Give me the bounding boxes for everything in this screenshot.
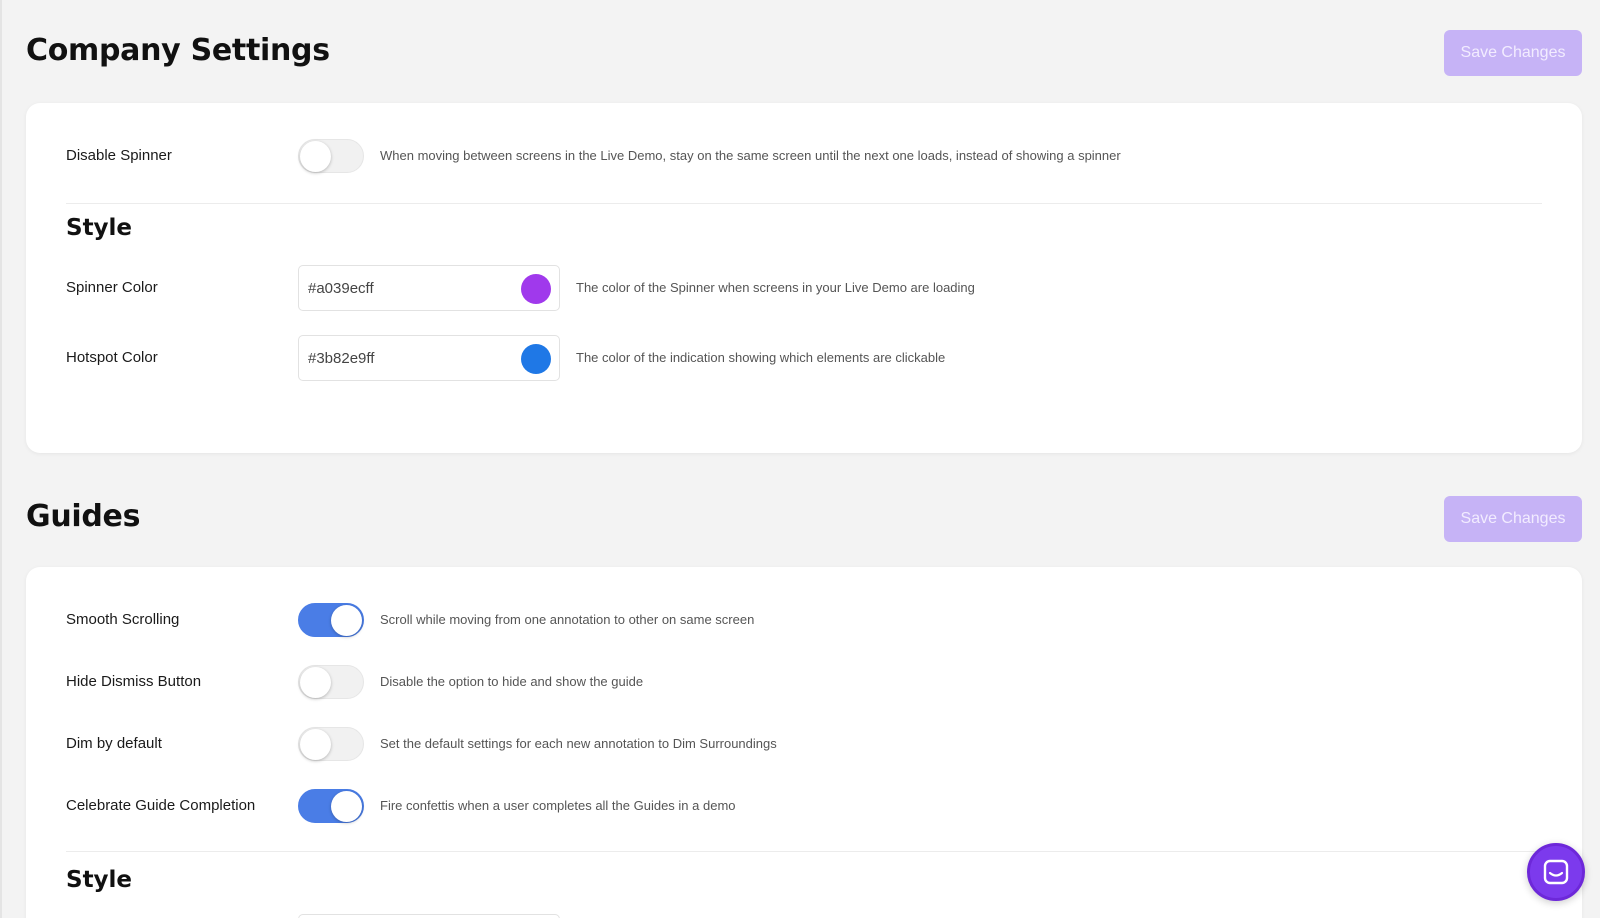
guides-header: Guides Save Changes: [26, 496, 1582, 556]
spinner-color-input[interactable]: [308, 266, 508, 310]
guides-style-heading: Style: [66, 867, 133, 893]
toggle-knob: [331, 791, 362, 822]
toggle-knob: [300, 667, 331, 698]
hide-dismiss-button-toggle[interactable]: [298, 665, 364, 699]
guides-title: Guides: [26, 499, 141, 534]
dim-by-default-toggle[interactable]: [298, 727, 364, 761]
guides-style-color-field[interactable]: [298, 914, 560, 918]
guide-toggle-row: Celebrate Guide Completion Fire confetti…: [66, 786, 1542, 826]
dim-by-default-description: Set the default settings for each new an…: [380, 736, 777, 751]
hotspot-color-label: Hotspot Color: [66, 349, 158, 366]
company-settings-save-button[interactable]: Save Changes: [1444, 30, 1582, 76]
smooth-scrolling-toggle[interactable]: [298, 603, 364, 637]
guides-save-button[interactable]: Save Changes: [1444, 496, 1582, 542]
guides-card: Smooth Scrolling Scroll while moving fro…: [26, 567, 1582, 918]
spinner-color-field: [298, 265, 560, 311]
disable-spinner-toggle[interactable]: [298, 139, 364, 173]
hotspot-color-description: The color of the indication showing whic…: [576, 350, 946, 365]
celebrate-completion-toggle[interactable]: [298, 789, 364, 823]
smooth-scrolling-label: Smooth Scrolling: [66, 611, 180, 628]
spinner-color-swatch[interactable]: [521, 274, 551, 304]
toggle-knob: [331, 605, 362, 636]
chat-widget-button[interactable]: [1527, 843, 1585, 901]
hotspot-color-row: Hotspot Color The color of the indicatio…: [66, 335, 1542, 381]
hotspot-color-input[interactable]: [308, 336, 508, 380]
celebrate-completion-label: Celebrate Guide Completion: [66, 797, 256, 814]
spinner-color-description: The color of the Spinner when screens in…: [576, 280, 975, 295]
left-border: [0, 0, 2, 918]
style-heading: Style: [66, 215, 133, 241]
dim-by-default-label: Dim by default: [66, 735, 162, 752]
smooth-scrolling-description: Scroll while moving from one annotation …: [380, 612, 755, 627]
divider: [66, 851, 1542, 852]
company-settings-header: Company Settings Save Changes: [26, 30, 1582, 90]
toggle-knob: [300, 141, 331, 172]
toggle-knob: [300, 729, 331, 760]
guide-toggle-row: Smooth Scrolling Scroll while moving fro…: [66, 600, 1542, 640]
hotspot-color-swatch[interactable]: [521, 344, 551, 374]
celebrate-completion-description: Fire confettis when a user completes all…: [380, 798, 736, 813]
spinner-color-row: Spinner Color The color of the Spinner w…: [66, 265, 1542, 311]
disable-spinner-row: Disable Spinner When moving between scre…: [66, 136, 1542, 176]
disable-spinner-description: When moving between screens in the Live …: [380, 148, 1121, 163]
hide-dismiss-button-label: Hide Dismiss Button: [66, 673, 202, 690]
spinner-color-label: Spinner Color: [66, 279, 158, 296]
company-settings-card: Disable Spinner When moving between scre…: [26, 103, 1582, 453]
hide-dismiss-button-description: Disable the option to hide and show the …: [380, 674, 644, 689]
guide-toggle-row: Dim by default Set the default settings …: [66, 724, 1542, 764]
company-settings-title: Company Settings: [26, 33, 330, 68]
chat-icon: [1543, 859, 1569, 885]
guide-toggle-row: Hide Dismiss Button Disable the option t…: [66, 662, 1542, 702]
divider: [66, 203, 1542, 204]
disable-spinner-label: Disable Spinner: [66, 147, 172, 164]
hotspot-color-field: [298, 335, 560, 381]
